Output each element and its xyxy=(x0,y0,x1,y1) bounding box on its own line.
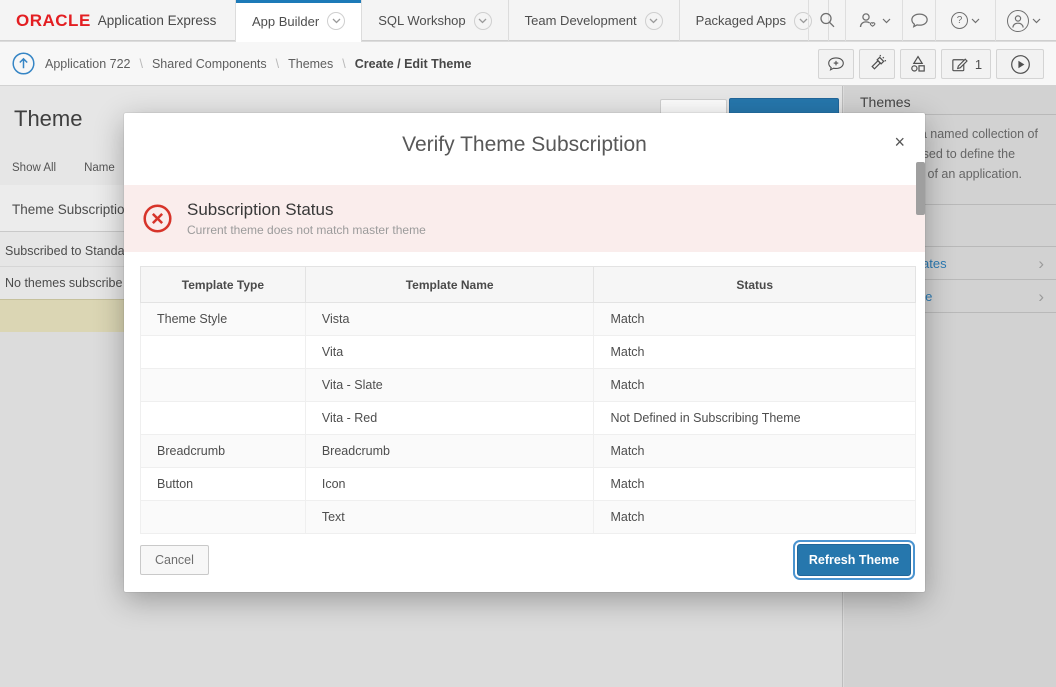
breadcrumb-separator: \ xyxy=(139,57,142,71)
breadcrumb-item[interactable]: Application 722 \ xyxy=(45,57,152,71)
nav-tab-label: SQL Workshop xyxy=(378,13,465,28)
table-column-header[interactable]: Template Name xyxy=(305,267,594,303)
template-type-cell xyxy=(141,501,306,534)
alert-message: Current theme does not match master them… xyxy=(187,223,426,237)
status-cell: Match xyxy=(594,501,916,534)
nav-tab[interactable]: SQL Workshop xyxy=(362,0,508,41)
chevron-down-icon[interactable] xyxy=(474,12,492,30)
template-name-cell: Vita xyxy=(305,336,594,369)
top-navigation-bar: ORACLE Application Express App Builder S… xyxy=(0,0,1056,41)
chevron-right-icon: › xyxy=(1038,255,1044,272)
template-type-cell: Button xyxy=(141,468,306,501)
nav-tab-label: Packaged Apps xyxy=(696,13,786,28)
page-title: Theme xyxy=(14,106,82,132)
alert-title: Subscription Status xyxy=(187,200,426,220)
product-name: Application Express xyxy=(98,13,217,28)
breadcrumb-separator: \ xyxy=(276,57,279,71)
breadcrumb-separator: \ xyxy=(342,57,345,71)
nav-tab[interactable]: App Builder xyxy=(236,0,362,42)
template-type-cell: Theme Style xyxy=(141,303,306,336)
dialog-title: Verify Theme Subscription xyxy=(124,133,925,157)
help-question-mark: ? xyxy=(957,15,963,26)
filter-tab[interactable]: Show All xyxy=(12,162,56,174)
breadcrumb-item-label[interactable]: Shared Components xyxy=(152,57,267,71)
table-row: Vita - Red Not Defined in Subscribing Th… xyxy=(141,402,916,435)
region-title: Theme Subscriptions xyxy=(12,202,139,217)
table-row: Vita Match xyxy=(141,336,916,369)
table-column-header[interactable]: Template Type xyxy=(141,267,306,303)
error-circle-x-icon xyxy=(142,203,173,234)
verify-theme-subscription-dialog: Verify Theme Subscription × Subscription… xyxy=(124,113,925,592)
table-row: Text Match xyxy=(141,501,916,534)
template-name-cell: Breadcrumb xyxy=(305,435,594,468)
status-cell: Not Defined in Subscribing Theme xyxy=(594,402,916,435)
nav-tab[interactable]: Packaged Apps xyxy=(680,0,829,41)
subscription-status-alert: Subscription Status Current theme does n… xyxy=(124,185,925,252)
breadcrumb-item-label[interactable]: Application 722 xyxy=(45,57,130,71)
help-icon[interactable]: ? xyxy=(935,0,995,41)
status-cell: Match xyxy=(594,303,916,336)
edit-page-number: 1 xyxy=(975,57,982,72)
feedback-chat-icon[interactable] xyxy=(902,0,935,41)
nav-tab-label: App Builder xyxy=(252,14,319,29)
search-icon[interactable] xyxy=(808,0,845,41)
table-row: Vita - Slate Match xyxy=(141,369,916,402)
close-icon[interactable]: × xyxy=(894,133,905,151)
account-icon[interactable] xyxy=(995,0,1052,41)
table-column-header[interactable]: Status xyxy=(594,267,916,303)
collaborate-users-icon[interactable] xyxy=(845,0,902,41)
chevron-down-icon[interactable] xyxy=(645,12,663,30)
nav-tab-label: Team Development xyxy=(525,13,637,28)
up-level-icon[interactable] xyxy=(12,52,35,75)
status-cell: Match xyxy=(594,468,916,501)
nav-tab[interactable]: Team Development xyxy=(509,0,680,41)
breadcrumb-item[interactable]: Shared Components \ xyxy=(152,57,288,71)
table-row: Button Icon Match xyxy=(141,468,916,501)
run-application-button[interactable] xyxy=(996,49,1044,79)
brand: ORACLE Application Express xyxy=(0,0,236,41)
breadcrumb-item[interactable]: Themes \ xyxy=(288,57,355,71)
breadcrumb-bar: Application 722 \ Shared Components \ Th… xyxy=(0,42,1056,86)
template-type-cell: Breadcrumb xyxy=(141,435,306,468)
status-cell: Match xyxy=(594,336,916,369)
breadcrumb-item-label[interactable]: Create / Edit Theme xyxy=(355,57,472,71)
status-cell: Match xyxy=(594,369,916,402)
template-name-cell: Vista xyxy=(305,303,594,336)
refresh-theme-button[interactable]: Refresh Theme xyxy=(797,544,911,576)
report-filter-tabs: Show All Name xyxy=(12,162,115,174)
template-type-cell xyxy=(141,402,306,435)
nav-tabs: App Builder SQL Workshop Team Developmen… xyxy=(236,0,829,42)
dialog-scrollbar-thumb[interactable] xyxy=(916,162,925,215)
shared-components-shapes-button[interactable] xyxy=(900,49,936,79)
filter-tab[interactable]: Name xyxy=(84,162,115,174)
template-name-cell: Vita - Slate xyxy=(305,369,594,402)
breadcrumb: Application 722 \ Shared Components \ Th… xyxy=(12,42,489,85)
feedback-comment-add-button[interactable] xyxy=(818,49,854,79)
breadcrumb-item[interactable]: Create / Edit Theme xyxy=(355,57,490,71)
table-row: Breadcrumb Breadcrumb Match xyxy=(141,435,916,468)
status-cell: Match xyxy=(594,435,916,468)
nav-icon-buttons: ? xyxy=(808,0,1052,41)
debug-flashlight-button[interactable] xyxy=(859,49,895,79)
edit-page-button[interactable]: 1 xyxy=(941,49,991,79)
table-row: Theme Style Vista Match xyxy=(141,303,916,336)
template-type-cell xyxy=(141,336,306,369)
page-toolbar: 1 xyxy=(818,49,1044,79)
chevron-right-icon: › xyxy=(1038,288,1044,305)
breadcrumb-item-label[interactable]: Themes xyxy=(288,57,333,71)
cancel-button[interactable]: Cancel xyxy=(140,545,209,575)
template-status-table: Template TypeTemplate NameStatus Theme S… xyxy=(140,266,916,534)
template-name-cell: Icon xyxy=(305,468,594,501)
template-type-cell xyxy=(141,369,306,402)
chevron-down-icon[interactable] xyxy=(327,12,345,30)
sidebar-title: Themes xyxy=(844,86,1056,115)
template-name-cell: Text xyxy=(305,501,594,534)
template-name-cell: Vita - Red xyxy=(305,402,594,435)
oracle-logo: ORACLE xyxy=(16,11,91,31)
